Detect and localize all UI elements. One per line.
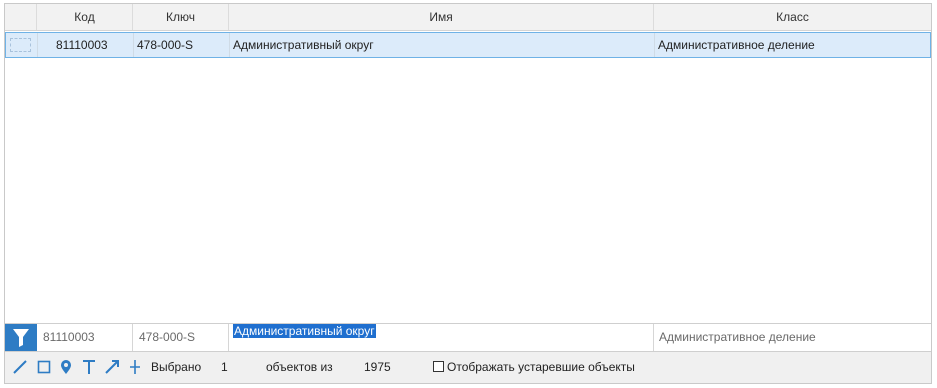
filter-row: 81110003 478-000-S Административный окру… — [5, 323, 931, 352]
column-divider — [133, 33, 134, 57]
show-obsolete-checkbox[interactable] — [433, 361, 444, 372]
filter-divider — [228, 324, 229, 351]
table-row[interactable]: 81110003 478-000-S Административный окру… — [5, 32, 931, 58]
column-header-name[interactable]: Имя — [229, 4, 654, 30]
cell-code[interactable]: 81110003 — [56, 33, 108, 57]
column-header-key[interactable]: Ключ — [133, 4, 229, 30]
filter-divider — [132, 324, 133, 351]
selected-label: Выбрано — [151, 360, 202, 374]
line-icon[interactable] — [12, 359, 28, 375]
rectangle-icon[interactable] — [36, 359, 52, 375]
arrow-icon[interactable] — [104, 359, 120, 375]
filter-key-input[interactable]: 478-000-S — [139, 324, 195, 351]
status-bar: Выбрано 1 объектов из 1975 Отображать ус… — [5, 352, 931, 383]
text-icon[interactable] — [81, 359, 97, 375]
funnel-icon — [13, 329, 29, 347]
column-divider — [229, 33, 230, 57]
selected-count: 1 — [221, 360, 228, 374]
filter-name-input[interactable]: Административный округ — [233, 318, 376, 345]
column-divider — [37, 33, 38, 57]
filter-button[interactable] — [5, 324, 37, 351]
cell-name[interactable]: Административный округ — [233, 33, 374, 57]
filter-divider — [653, 324, 654, 351]
filter-class-input[interactable]: Административное деление — [659, 324, 816, 351]
show-obsolete-label[interactable]: Отображать устаревшие объекты — [447, 352, 635, 383]
row-indicator-icon — [10, 38, 31, 52]
cell-class[interactable]: Административное деление — [658, 33, 815, 57]
table-header: Код Ключ Имя Класс — [5, 4, 931, 31]
filter-code-input[interactable]: 81110003 — [43, 324, 95, 351]
column-header-class[interactable]: Класс — [654, 4, 931, 30]
objects-grid: Код Ключ Имя Класс 81110003 478-000-S Ад… — [4, 3, 932, 384]
column-divider — [654, 33, 655, 57]
filter-name-selected-text: Административный округ — [233, 324, 376, 338]
pin-icon[interactable] — [58, 359, 74, 375]
objects-of-label: объектов из — [266, 360, 333, 374]
cell-key[interactable]: 478-000-S — [137, 33, 193, 57]
cross-icon[interactable] — [127, 359, 143, 375]
column-header-code[interactable]: Код — [37, 4, 133, 30]
header-rowmark[interactable] — [5, 4, 37, 30]
total-count: 1975 — [364, 360, 391, 374]
